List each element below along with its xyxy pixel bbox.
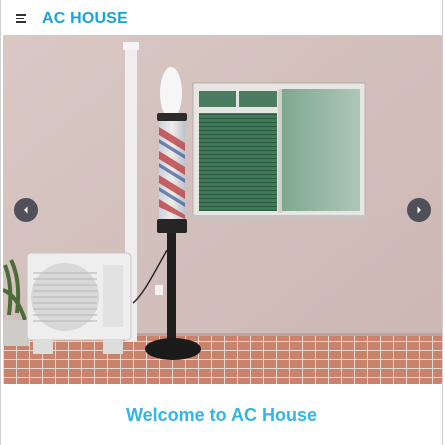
hero-image (3, 35, 442, 384)
hamburger-menu-icon[interactable] (16, 14, 26, 23)
welcome-heading: Welcome to AC House (125, 405, 318, 425)
chevron-right-icon (417, 206, 421, 214)
carousel-next-button[interactable] (407, 198, 431, 222)
chevron-left-icon (24, 206, 28, 214)
carousel-prev-button[interactable] (14, 198, 38, 222)
brand-logo-text[interactable]: AC HOUSE (42, 10, 128, 28)
page-frame: AC HOUSE Welcome to AC House (0, 0, 443, 445)
top-navbar: AC HOUSE (1, 0, 442, 35)
hero-carousel[interactable] (3, 35, 442, 384)
